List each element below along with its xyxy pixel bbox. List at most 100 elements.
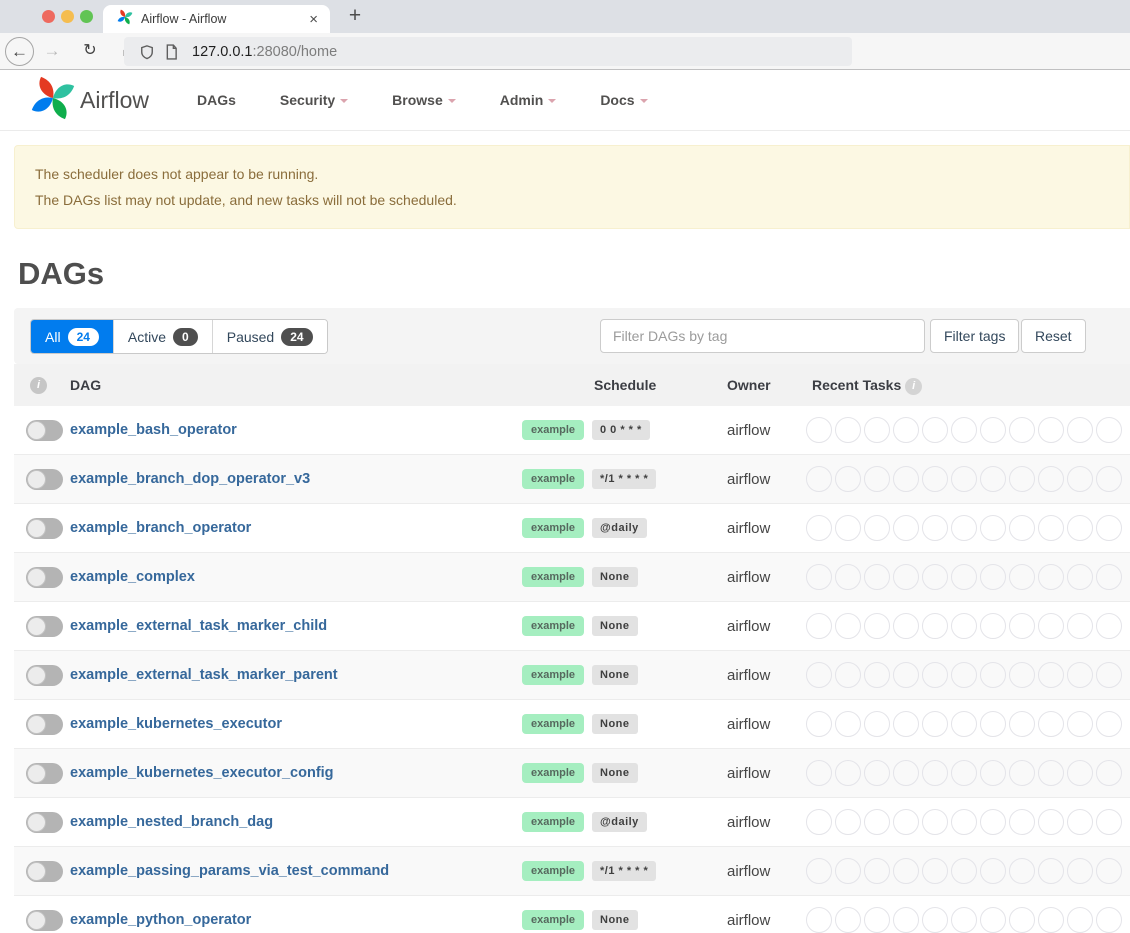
task-status-circle bbox=[893, 662, 919, 688]
dag-pause-toggle[interactable] bbox=[26, 567, 63, 588]
dag-tag-badge[interactable]: example bbox=[522, 469, 584, 489]
dag-pause-toggle[interactable] bbox=[26, 910, 63, 931]
reload-button[interactable]: ↻ bbox=[78, 39, 102, 63]
nav-item-browse[interactable]: Browse bbox=[392, 92, 456, 108]
chevron-down-icon bbox=[640, 99, 648, 103]
dag-link[interactable]: example_passing_params_via_test_command bbox=[70, 847, 389, 896]
nav-item-admin[interactable]: Admin bbox=[500, 92, 557, 108]
dag-tag-badge[interactable]: example bbox=[522, 763, 584, 783]
task-status-circle bbox=[922, 613, 948, 639]
schedule-badge[interactable]: None bbox=[592, 714, 638, 734]
task-status-circle bbox=[893, 858, 919, 884]
browser-tab[interactable]: Airflow - Airflow × bbox=[103, 5, 330, 33]
task-status-circle bbox=[1009, 564, 1035, 590]
dag-link[interactable]: example_kubernetes_executor_config bbox=[70, 749, 334, 798]
dag-link[interactable]: example_bash_operator bbox=[70, 406, 237, 455]
task-status-circle bbox=[922, 466, 948, 492]
tab-title: Airflow - Airflow bbox=[141, 12, 307, 26]
dag-pause-toggle[interactable] bbox=[26, 763, 63, 784]
table-row: example_passing_params_via_test_command … bbox=[14, 847, 1130, 896]
schedule-badge[interactable]: 0 0 * * * bbox=[592, 420, 650, 440]
schedule-badge[interactable]: None bbox=[592, 910, 638, 930]
toggle-knob bbox=[27, 617, 46, 636]
schedule-badge[interactable]: @daily bbox=[592, 812, 647, 832]
dag-pause-toggle[interactable] bbox=[26, 518, 63, 539]
minimize-window-button[interactable] bbox=[61, 10, 74, 23]
nav-item-label: DAGs bbox=[197, 92, 236, 108]
tab-all[interactable]: All 24 bbox=[31, 320, 113, 353]
dag-tag-badge[interactable]: example bbox=[522, 665, 584, 685]
address-bar[interactable]: 127.0.0.1:28080/home bbox=[124, 37, 852, 66]
dag-link[interactable]: example_branch_operator bbox=[70, 504, 251, 553]
tag-filter-input[interactable] bbox=[600, 319, 925, 353]
filter-tags-button[interactable]: Filter tags bbox=[930, 319, 1019, 353]
dag-link[interactable]: example_nested_branch_dag bbox=[70, 798, 273, 847]
reset-button[interactable]: Reset bbox=[1021, 319, 1086, 353]
close-window-button[interactable] bbox=[42, 10, 55, 23]
dag-tag-badge[interactable]: example bbox=[522, 518, 584, 538]
dag-pause-toggle[interactable] bbox=[26, 714, 63, 735]
owner-label: airflow bbox=[727, 602, 770, 651]
toggle-knob bbox=[27, 421, 46, 440]
dag-tag-badge[interactable]: example bbox=[522, 420, 584, 440]
dag-link[interactable]: example_external_task_marker_child bbox=[70, 602, 327, 651]
nav-item-docs[interactable]: Docs bbox=[600, 92, 647, 108]
task-status-circle bbox=[835, 760, 861, 786]
schedule-badge[interactable]: None bbox=[592, 616, 638, 636]
schedule-badge[interactable]: @daily bbox=[592, 518, 647, 538]
scheduler-warning-alert: The scheduler does not appear to be runn… bbox=[14, 145, 1130, 229]
recent-tasks-slots bbox=[806, 515, 1122, 541]
nav-item-security[interactable]: Security bbox=[280, 92, 348, 108]
dag-pause-toggle[interactable] bbox=[26, 420, 63, 441]
dag-link[interactable]: example_kubernetes_executor bbox=[70, 700, 282, 749]
page-info-icon[interactable] bbox=[165, 44, 178, 60]
tab-paused[interactable]: Paused 24 bbox=[212, 320, 327, 353]
dag-tag-badge[interactable]: example bbox=[522, 861, 584, 881]
dag-pause-toggle[interactable] bbox=[26, 469, 63, 490]
back-button[interactable]: ← bbox=[5, 37, 34, 66]
dag-pause-toggle[interactable] bbox=[26, 812, 63, 833]
task-status-circle bbox=[893, 564, 919, 590]
zoom-window-button[interactable] bbox=[80, 10, 93, 23]
browser-toolbar: ← → ↻ ⌂ 127.0.0.1:28080/home bbox=[0, 33, 1130, 70]
task-status-circle bbox=[835, 809, 861, 835]
task-status-circle bbox=[1038, 662, 1064, 688]
task-status-circle bbox=[835, 613, 861, 639]
task-status-circle bbox=[864, 809, 890, 835]
count-badge: 24 bbox=[68, 328, 99, 346]
task-status-circle bbox=[951, 417, 977, 443]
schedule-badge[interactable]: */1 * * * * bbox=[592, 861, 656, 881]
dag-pause-toggle[interactable] bbox=[26, 616, 63, 637]
new-tab-button[interactable]: + bbox=[341, 2, 369, 30]
dag-tag-badge[interactable]: example bbox=[522, 714, 584, 734]
dag-link[interactable]: example_complex bbox=[70, 553, 195, 602]
dag-tag-badge[interactable]: example bbox=[522, 567, 584, 587]
task-status-circle bbox=[893, 760, 919, 786]
dag-pause-toggle[interactable] bbox=[26, 665, 63, 686]
schedule-badge[interactable]: None bbox=[592, 567, 638, 587]
nav-item-dags[interactable]: DAGs bbox=[197, 92, 236, 108]
table-row: example_complex example None airflow bbox=[14, 553, 1130, 602]
task-status-circle bbox=[835, 662, 861, 688]
dag-tag-badge[interactable]: example bbox=[522, 812, 584, 832]
schedule-badge[interactable]: */1 * * * * bbox=[592, 469, 656, 489]
dag-link[interactable]: example_external_task_marker_parent bbox=[70, 651, 338, 700]
owner-label: airflow bbox=[727, 455, 770, 504]
dag-tag-badge[interactable]: example bbox=[522, 910, 584, 930]
table-row: example_python_operator example None air… bbox=[14, 896, 1130, 933]
dag-link[interactable]: example_branch_dop_operator_v3 bbox=[70, 455, 310, 504]
tab-active[interactable]: Active 0 bbox=[113, 320, 212, 353]
tab-close-icon[interactable]: × bbox=[307, 11, 320, 28]
dag-pause-toggle[interactable] bbox=[26, 861, 63, 882]
task-status-circle bbox=[1096, 417, 1122, 443]
airflow-brand[interactable]: Airflow bbox=[30, 75, 149, 126]
forward-button[interactable]: → bbox=[40, 39, 64, 63]
schedule-badge[interactable]: None bbox=[592, 763, 638, 783]
dag-link[interactable]: example_python_operator bbox=[70, 896, 251, 933]
owner-label: airflow bbox=[727, 749, 770, 798]
task-status-circle bbox=[806, 564, 832, 590]
tracking-shield-icon[interactable] bbox=[140, 44, 154, 60]
info-icon: i bbox=[905, 378, 922, 395]
schedule-badge[interactable]: None bbox=[592, 665, 638, 685]
dag-tag-badge[interactable]: example bbox=[522, 616, 584, 636]
